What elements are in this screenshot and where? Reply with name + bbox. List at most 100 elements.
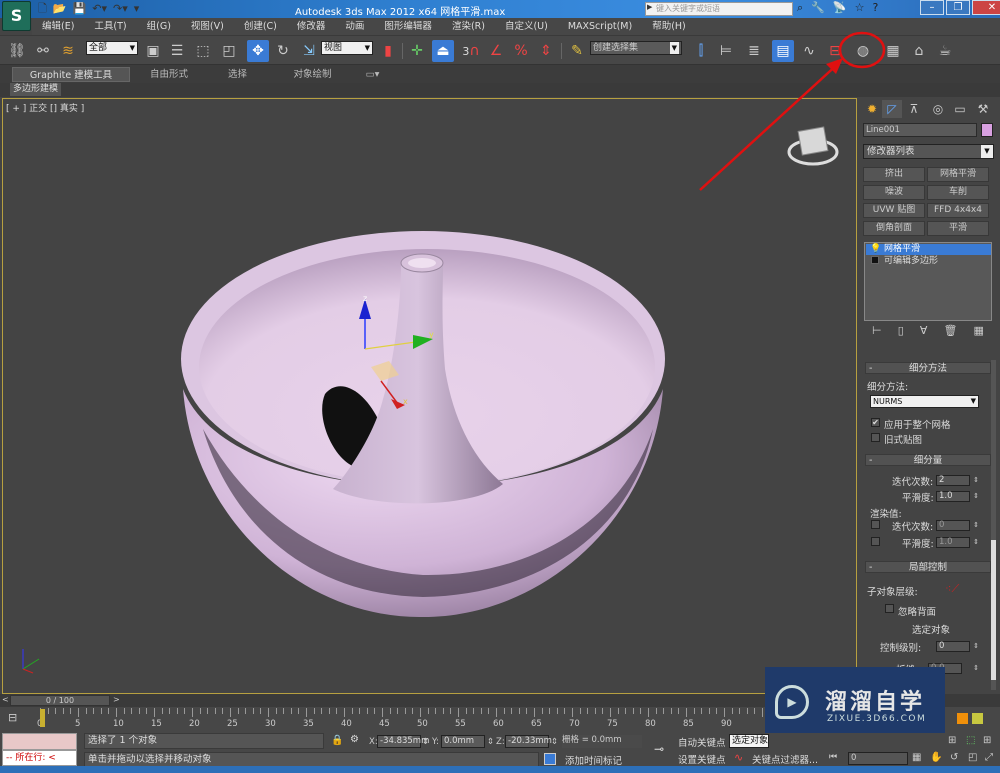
modify-tab-icon[interactable]: ◸ [882, 100, 902, 118]
save-icon[interactable]: 💾 [73, 2, 87, 16]
search-expand-icon[interactable]: ▶ [647, 3, 652, 11]
modifier-smooth-button[interactable]: 平滑 [927, 221, 989, 236]
lock-selection-icon[interactable]: 🔒 [331, 735, 343, 746]
pin-stack-icon[interactable]: ⊢ [872, 324, 882, 342]
ref-coord-dropdown[interactable]: 视图 ▼ [321, 41, 373, 55]
help-icon[interactable]: ? [872, 1, 878, 15]
maximize-viewport-icon[interactable]: ⤢ [985, 752, 993, 763]
tab-graphite-modeling[interactable]: Graphite 建模工具 [12, 67, 130, 82]
wrench-icon[interactable]: 🔧 [811, 1, 825, 15]
rollout-subdivision-amount[interactable]: - 细分量 [865, 454, 991, 466]
menu-modifiers[interactable]: 修改器 [287, 18, 336, 35]
select-rotate-icon[interactable]: ↻ [272, 40, 294, 62]
modifier-uvw-map-button[interactable]: UVW 贴图 [863, 203, 925, 218]
auto-key-button[interactable]: 自动关键点 [678, 735, 726, 749]
zoom-icon[interactable]: ◰ [968, 752, 977, 763]
bind-space-warp-icon[interactable]: ≋ [57, 40, 79, 62]
orbit-icon[interactable]: ↺ [950, 752, 958, 763]
menu-tools[interactable]: 工具(T) [84, 18, 136, 35]
time-slider-prev[interactable]: < [2, 695, 9, 704]
modifier-bevel-profile-button[interactable]: 倒角剖面 [863, 221, 925, 236]
menu-rendering[interactable]: 渲染(R) [442, 18, 495, 35]
material-editor-icon[interactable]: ◍ [852, 40, 874, 62]
key-filters-button[interactable]: 关键点过滤器... [752, 752, 818, 766]
named-selection-dropdown[interactable]: 创建选择集 ▼ [590, 41, 682, 55]
modifier-lathe-button[interactable]: 车削 [927, 185, 989, 200]
customize-dropdown-icon[interactable]: ▾ [134, 2, 140, 16]
ignore-backfacing-checkbox[interactable] [885, 604, 894, 613]
render-iterations-checkbox[interactable] [871, 520, 880, 529]
menu-create[interactable]: 创建(C) [234, 18, 287, 35]
link-icon[interactable]: ⛓ [6, 40, 28, 62]
set-key-icon[interactable]: ⊸ [645, 734, 673, 764]
binoculars-icon[interactable]: ⌕ [797, 1, 803, 15]
go-to-start-icon[interactable]: ⏮ [829, 752, 837, 762]
viewport-scene[interactable]: z y x [3, 99, 856, 693]
field-of-view-icon[interactable]: ▦ [912, 752, 921, 763]
smoothness-input[interactable]: 1.0 [936, 491, 970, 502]
motion-tab-icon[interactable]: ◎ [928, 100, 948, 118]
schematic-view-icon[interactable]: ⊟ [824, 40, 846, 62]
zoom-extents-selected-icon[interactable]: ⬚ [966, 735, 975, 746]
y-spinner[interactable]: ⇕ [487, 737, 494, 747]
lightbulb-icon[interactable]: 💡 [870, 244, 881, 254]
star-icon[interactable]: ☆ [855, 1, 865, 15]
iterations-spinner[interactable]: ⇕ [972, 475, 980, 486]
menu-customize[interactable]: 自定义(U) [495, 18, 558, 35]
window-crossing-icon[interactable]: ◰ [218, 40, 240, 62]
control-level-input[interactable]: 0 [936, 641, 970, 652]
time-slider-next[interactable]: > [113, 695, 120, 704]
snap-toggle-icon[interactable]: 3∩ [460, 40, 482, 62]
set-key-button[interactable]: 设置关键点 [678, 752, 726, 766]
control-level-spinner[interactable]: ⇕ [972, 641, 980, 652]
utilities-tab-icon[interactable]: ⚒ [973, 100, 993, 118]
modifier-noise-button[interactable]: 噪波 [863, 185, 925, 200]
z-coordinate-input[interactable]: -20.33mm [505, 735, 552, 748]
open-file-icon[interactable]: 📂 [53, 2, 67, 16]
select-scale-icon[interactable]: ⇲ [298, 40, 320, 62]
rendered-frame-window-icon[interactable]: ⌂ [908, 40, 930, 62]
search-input[interactable]: 键入关键字或短语 [645, 2, 793, 16]
menu-help[interactable]: 帮助(H) [642, 18, 696, 35]
frame-ruler[interactable]: 051015202530354045505560657075808590 [37, 708, 765, 730]
tab-selection[interactable]: 选择 [210, 67, 265, 82]
object-color-swatch[interactable] [981, 123, 993, 137]
render-iterations-input[interactable]: 0 [936, 520, 970, 531]
show-end-result-icon[interactable]: ▯ [898, 324, 904, 342]
maxscript-line-field[interactable]: -- 所在行: < [2, 750, 77, 766]
undo-icon[interactable]: ↶▾ [92, 2, 107, 16]
new-file-icon[interactable]: 🗋 [38, 2, 47, 16]
menu-edit[interactable]: 编辑(E) [32, 18, 84, 35]
angle-snap-icon[interactable]: ∠ [485, 40, 507, 62]
mini-curve-editor-icon[interactable]: ⊟ [8, 711, 17, 724]
viewport-label[interactable]: [ + ] 正交 [] 真实 ] [6, 101, 84, 114]
select-object-icon[interactable]: ▣ [142, 40, 164, 62]
graphite-modeling-icon[interactable]: ▤ [772, 40, 794, 62]
modifier-meshsmooth-button[interactable]: 网格平滑 [927, 167, 989, 182]
spinner-snap-icon[interactable]: ⇕ [535, 40, 557, 62]
maximize-button[interactable]: ❐ [946, 0, 970, 15]
tab-object-paint[interactable]: 对象绘制 [275, 67, 350, 82]
selection-filter-dropdown[interactable]: 全部 ▼ [86, 41, 138, 55]
current-frame-marker[interactable] [40, 709, 45, 727]
hierarchy-tab-icon[interactable]: ⊼ [904, 100, 924, 118]
select-by-name-icon[interactable]: ☰ [166, 40, 188, 62]
z-spinner[interactable]: ⇕ [551, 737, 558, 747]
layer-manager-icon[interactable]: ≣ [743, 40, 765, 62]
rect-selection-icon[interactable]: ⬚ [192, 40, 214, 62]
configure-modifier-sets-icon[interactable]: ▦ [974, 324, 984, 342]
align-icon[interactable]: ⊨ [715, 40, 737, 62]
y-coordinate-input[interactable]: 0.0mm [441, 735, 485, 748]
close-button[interactable]: ✕ [972, 0, 1000, 15]
modifier-extrude-button[interactable]: 挤出 [863, 167, 925, 182]
viewport-perspective[interactable]: z y x [2, 98, 857, 694]
create-tab-icon[interactable]: ✹ [862, 100, 882, 118]
menu-animation[interactable]: 动画 [335, 18, 374, 35]
render-smoothness-spinner[interactable]: ⇕ [972, 537, 980, 548]
mirror-icon[interactable]: ⫿ [690, 40, 712, 62]
crease-spinner[interactable]: ⇕ [972, 663, 980, 674]
rollout-local-control[interactable]: - 局部控制 [865, 561, 991, 573]
smoothness-spinner[interactable]: ⇕ [972, 491, 980, 502]
current-frame-input[interactable]: 0 [848, 752, 908, 765]
render-smoothness-checkbox[interactable] [871, 537, 880, 546]
